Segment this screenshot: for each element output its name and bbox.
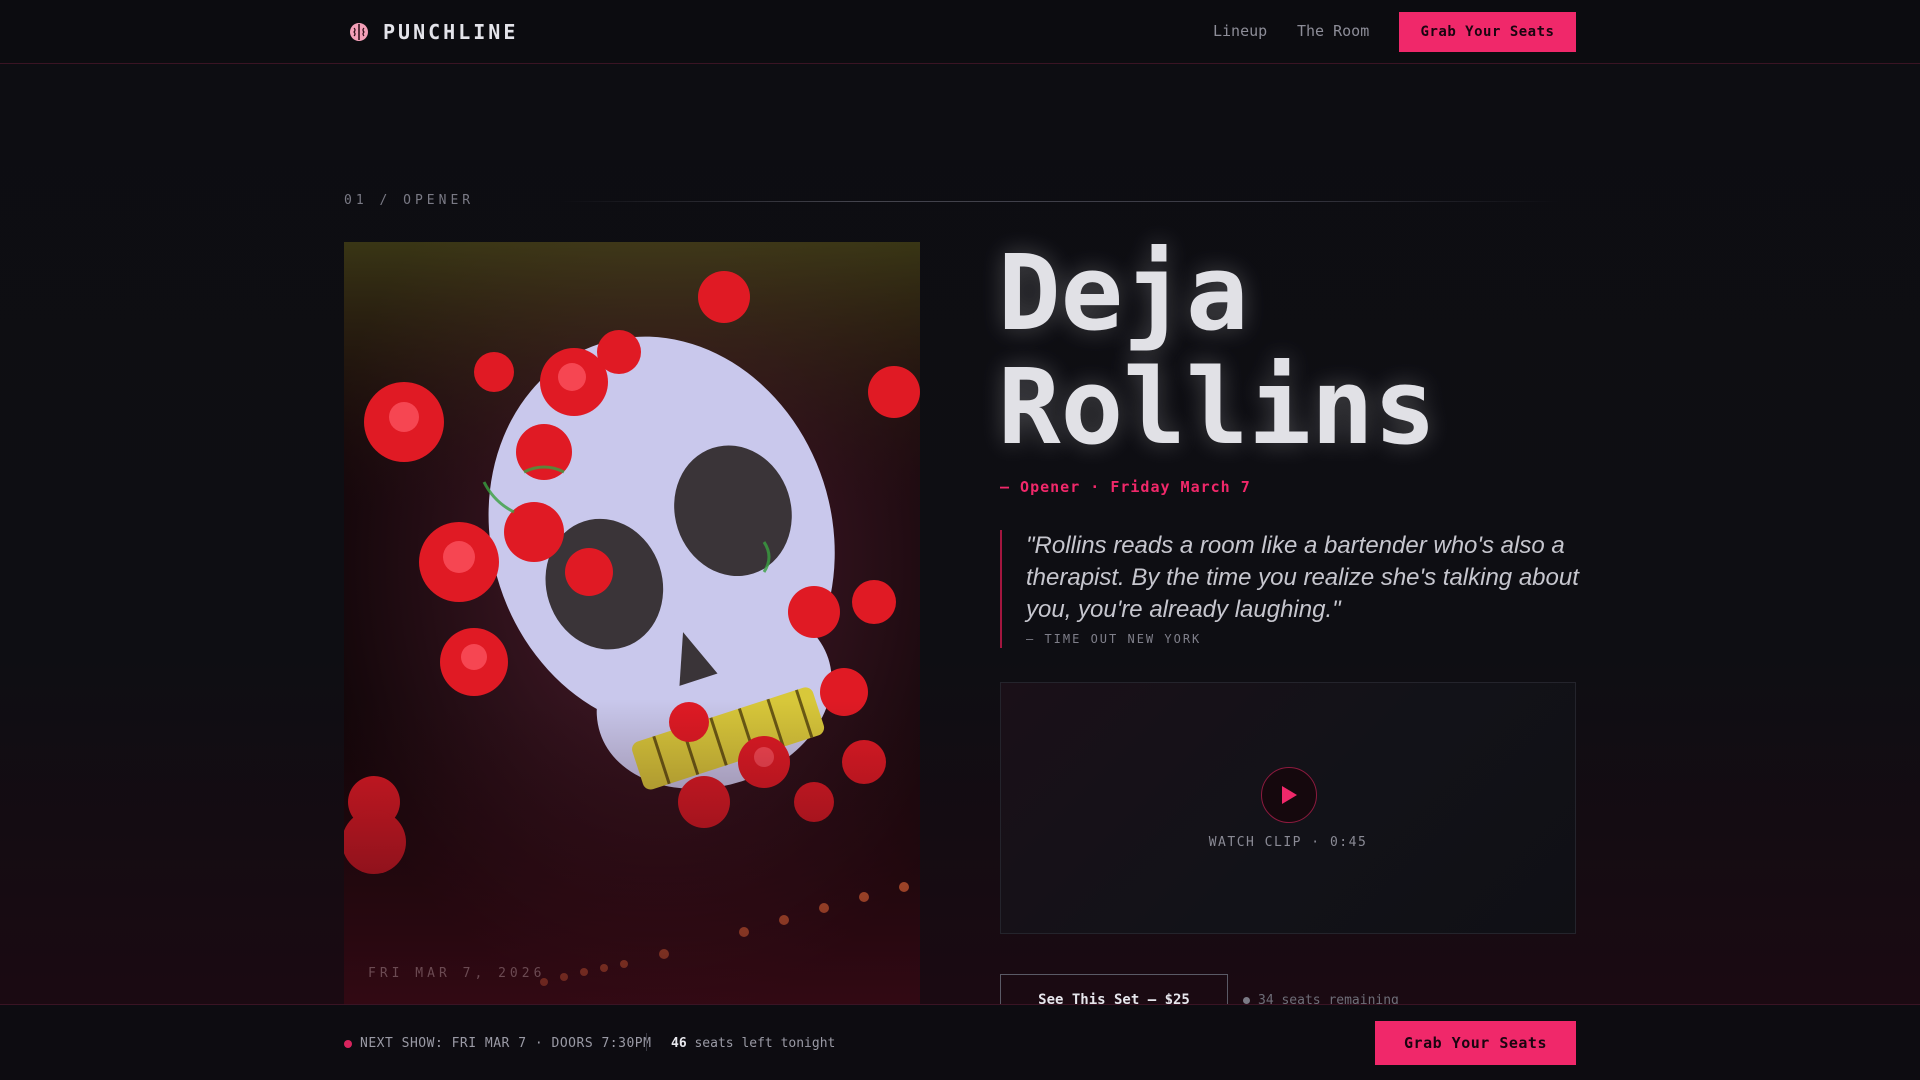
brand-logo[interactable]: PUNCHLINE: [347, 18, 518, 46]
play-icon: [1282, 786, 1297, 804]
seats-left-tonight: 46 seats left tonight: [671, 1036, 835, 1051]
status-dot-icon: [1243, 997, 1250, 1004]
bar-divider: [646, 1033, 647, 1051]
quote-text: "Rollins reads a room like a bartender w…: [1026, 532, 1579, 623]
top-nav: PUNCHLINE Lineup The Room Grab Your Seat…: [0, 0, 1920, 64]
nav-link-lineup[interactable]: Lineup: [1213, 22, 1267, 40]
quote-source: — TIME OUT NEW YORK: [1026, 632, 1202, 646]
press-quote: "Rollins reads a room like a bartender w…: [1000, 530, 1580, 648]
seats-left-count: 46: [671, 1036, 687, 1051]
performer-last-name: Rollins: [998, 346, 1437, 468]
skull-artwork: [344, 242, 920, 1004]
brand-name: PUNCHLINE: [383, 20, 519, 44]
performer-name: Deja Rollins: [998, 236, 1558, 464]
performer-meta: — Opener · Friday March 7: [1000, 478, 1251, 496]
brain-icon: [350, 23, 368, 41]
video-player[interactable]: WATCH CLIP · 0:45: [1000, 682, 1576, 934]
grab-seats-bar-button[interactable]: Grab Your Seats: [1375, 1021, 1576, 1065]
sticky-ticket-bar: NEXT SHOW: FRI MAR 7 · DOORS 7:30PM 46 s…: [0, 1004, 1920, 1080]
nav-link-the-room[interactable]: The Room: [1297, 22, 1369, 40]
section-label: 01 / OPENER: [344, 193, 475, 208]
next-show-info: NEXT SHOW: FRI MAR 7 · DOORS 7:30PM: [344, 1036, 651, 1051]
section-divider: [560, 201, 1560, 202]
live-dot-icon: [344, 1039, 352, 1048]
video-caption: WATCH CLIP · 0:45: [1208, 835, 1368, 850]
seats-left-text: seats left tonight: [694, 1036, 836, 1051]
performer-poster: FRI MAR 7, 2026: [344, 242, 920, 1004]
play-button[interactable]: [1261, 767, 1317, 823]
grab-seats-button[interactable]: Grab Your Seats: [1399, 12, 1576, 52]
poster-date: FRI MAR 7, 2026: [368, 966, 546, 981]
next-show-text: NEXT SHOW: FRI MAR 7 · DOORS 7:30PM: [360, 1036, 652, 1051]
performer-first-name: Deja: [998, 232, 1249, 354]
